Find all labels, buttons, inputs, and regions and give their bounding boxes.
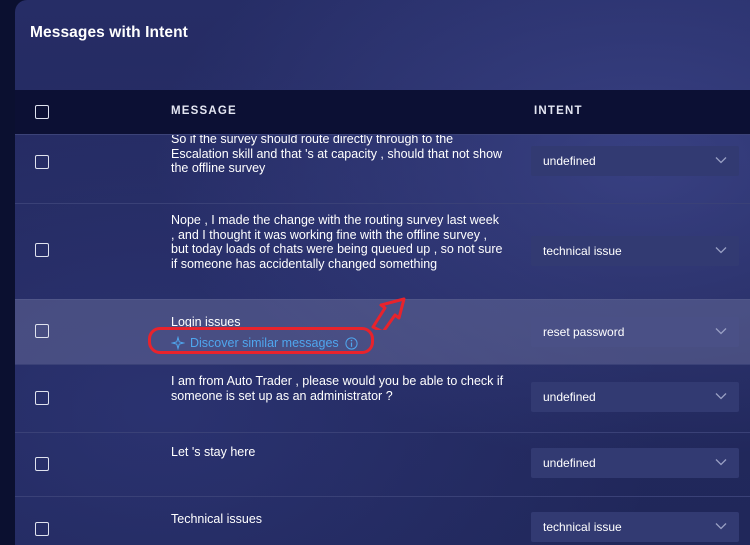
table-row: Technical issues technical issue [15,496,750,545]
intent-select[interactable]: technical issue [531,512,739,542]
intent-select[interactable]: undefined [531,448,739,478]
messages-panel: Messages with Intent MESSAGE INTENT So i… [15,0,750,545]
table-body: So if the survey should route directly t… [15,135,750,545]
row-checkbox[interactable] [35,243,49,257]
message-line: Let 's stay here [171,445,256,459]
column-header-message: MESSAGE [171,105,237,117]
message-text: Nope , I made the change with the routin… [171,213,511,271]
intent-select-value: undefined [543,154,596,168]
message-text: I am from Auto Trader , please would you… [171,374,511,403]
message-text: Technical issues [171,512,511,527]
row-checkbox[interactable] [35,457,49,471]
row-checkbox[interactable] [35,391,49,405]
intent-select[interactable]: undefined [531,146,739,176]
panel-title: Messages with Intent [30,24,188,41]
table-row: So if the survey should route directly t… [15,135,750,204]
intent-select[interactable]: technical issue [531,236,739,266]
panel-header: Messages with Intent [15,0,750,90]
chevron-down-icon [715,328,727,335]
message-text: Login issues [171,315,511,330]
message-line: So if the survey should route directly t… [171,135,454,146]
chevron-down-icon [715,459,727,466]
message-line: I am from Auto Trader , please would you… [171,374,504,388]
select-all-checkbox[interactable] [35,105,49,119]
discover-link-label: Discover similar messages [190,336,339,350]
message-line: but today loads of chats were being queu… [171,242,503,256]
message-line: the offline survey [171,161,266,175]
chevron-down-icon [715,523,727,530]
row-checkbox[interactable] [35,522,49,536]
chevron-down-icon [715,247,727,254]
message-line: Escalation skill and that 's at capacity… [171,146,503,161]
message-line: someone is set up as an administrator ? [171,388,393,403]
table-header: MESSAGE INTENT [15,90,750,135]
message-line: Nope , I made the change with the routin… [171,213,499,227]
row-checkbox[interactable] [35,155,49,169]
info-icon[interactable] [345,336,358,350]
table-row: Login issues Discover similar messages r… [15,299,750,365]
message-line: , and I thought it was working fine with… [171,227,487,242]
table-row: Let 's stay here undefined [15,432,750,497]
intent-select-value: technical issue [543,244,622,258]
discover-similar-messages-link[interactable]: Discover similar messages [171,335,358,351]
chevron-down-icon [715,157,727,164]
column-header-intent: INTENT [534,105,583,117]
intent-select-value: undefined [543,390,596,404]
sparkle-icon [171,336,185,350]
intent-select-value: reset password [543,325,625,339]
intent-select-value: technical issue [543,520,622,534]
message-text: So if the survey should route directly t… [171,135,511,176]
message-line: Technical issues [171,512,263,526]
intent-select[interactable]: undefined [531,382,739,412]
chevron-down-icon [715,393,727,400]
table-row: I am from Auto Trader , please would you… [15,364,750,433]
message-line: Login issues [171,315,241,329]
message-line: if someone has accidentally changed some… [171,256,438,271]
table-row: Nope , I made the change with the routin… [15,203,750,300]
intent-select-value: undefined [543,456,596,470]
intent-select[interactable]: reset password [531,317,739,347]
row-checkbox[interactable] [35,324,49,338]
message-text: Let 's stay here [171,445,511,460]
